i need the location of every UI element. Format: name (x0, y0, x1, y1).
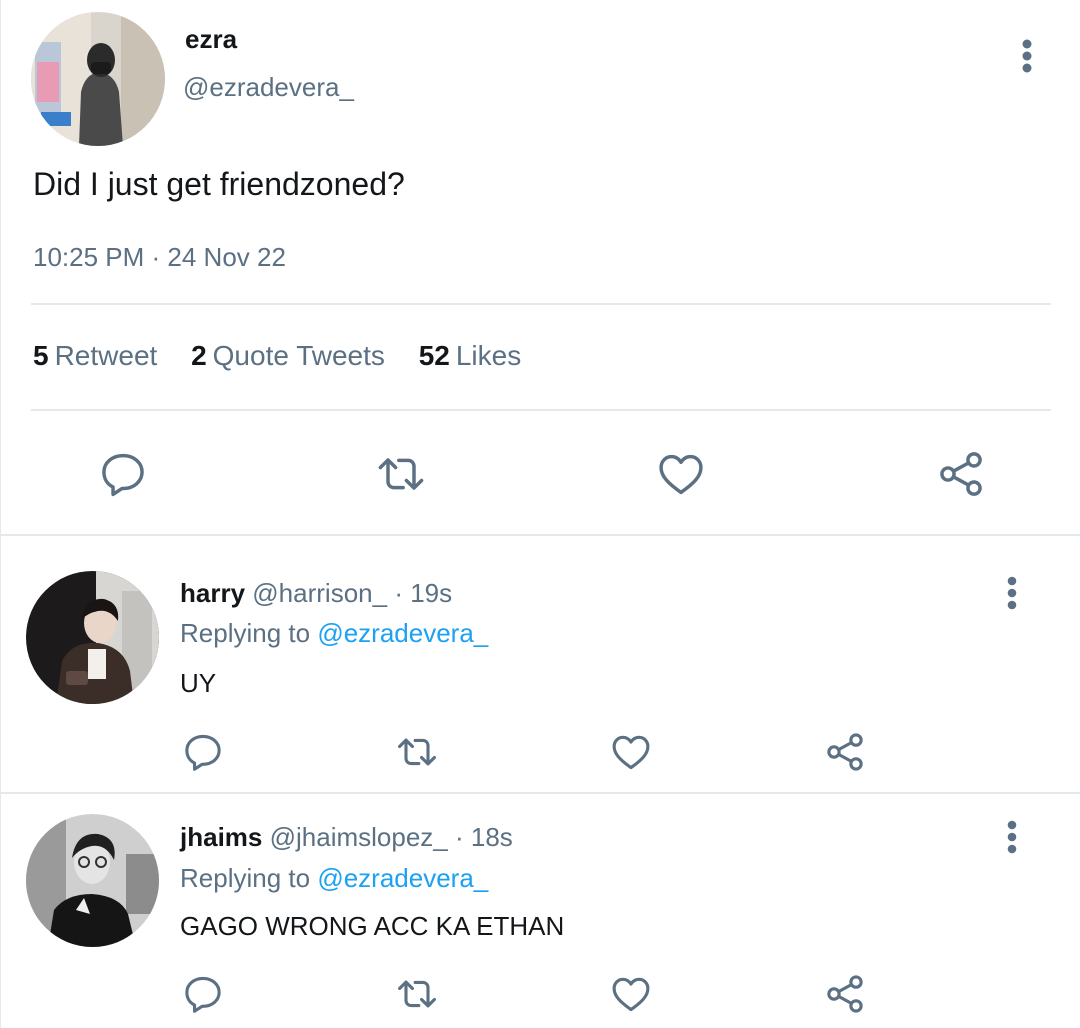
reply-header: harry @harrison_ · 19s (180, 578, 452, 609)
heart-icon[interactable] (609, 972, 653, 1016)
reply-author-name[interactable]: harry (180, 578, 245, 608)
author-name[interactable]: ezra (185, 24, 237, 55)
author-handle[interactable]: @ezradevera_ (183, 72, 354, 103)
reply-time: · 19s (394, 578, 453, 608)
reply-header: jhaims @jhaimslopez_ · 18s (180, 822, 513, 853)
retweet-count[interactable]: 5 Retweet (33, 340, 157, 371)
reply-icon[interactable] (97, 448, 149, 500)
share-icon[interactable] (935, 448, 987, 500)
tweet-text: Did I just get friendzoned? (33, 166, 405, 202)
replying-to-link[interactable]: @ezradevera_ (317, 863, 488, 893)
replying-to: Replying to @ezradevera_ (180, 618, 489, 648)
share-icon[interactable] (823, 730, 867, 774)
reply-author-name[interactable]: jhaims (180, 822, 262, 852)
likes-count[interactable]: 52 Likes (419, 340, 522, 371)
avatar[interactable] (31, 12, 165, 146)
tweet-stats: 5 Retweet 2 Quote Tweets 52 Likes (33, 340, 547, 372)
reply-text: GAGO WRONG ACC KA ETHAN (180, 911, 565, 941)
more-options-icon[interactable] (995, 818, 1029, 856)
replying-to: Replying to @ezradevera_ (180, 863, 489, 893)
replying-to-link[interactable]: @ezradevera_ (317, 618, 488, 648)
heart-icon[interactable] (655, 448, 707, 500)
retweet-icon[interactable] (395, 972, 439, 1016)
reply-tweet[interactable]: jhaims @jhaimslopez_ · 18s Replying to @… (1, 794, 1080, 1028)
divider (31, 303, 1051, 305)
share-icon[interactable] (823, 972, 867, 1016)
avatar[interactable] (26, 571, 159, 704)
retweet-icon[interactable] (375, 448, 427, 500)
reply-author-handle[interactable]: @jhaimslopez_ (270, 822, 448, 852)
reply-time: · 18s (454, 822, 513, 852)
divider (31, 409, 1051, 411)
reply-author-handle[interactable]: @harrison_ (252, 578, 387, 608)
main-tweet: ezra @ezradevera_ Did I just get friendz… (1, 0, 1080, 536)
retweet-icon[interactable] (395, 730, 439, 774)
reply-tweet[interactable]: harry @harrison_ · 19s Replying to @ezra… (1, 536, 1080, 796)
avatar[interactable] (26, 814, 159, 947)
reply-icon[interactable] (181, 972, 225, 1016)
quote-tweet-count[interactable]: 2 Quote Tweets (191, 340, 385, 371)
reply-icon[interactable] (181, 730, 225, 774)
heart-icon[interactable] (609, 730, 653, 774)
more-options-icon[interactable] (1009, 36, 1045, 76)
reply-text: UY (180, 668, 217, 698)
tweet-thread-page: ezra @ezradevera_ Did I just get friendz… (0, 0, 1080, 1028)
tweet-timestamp: 10:25 PM · 24 Nov 22 (33, 242, 286, 272)
more-options-icon[interactable] (995, 574, 1029, 612)
